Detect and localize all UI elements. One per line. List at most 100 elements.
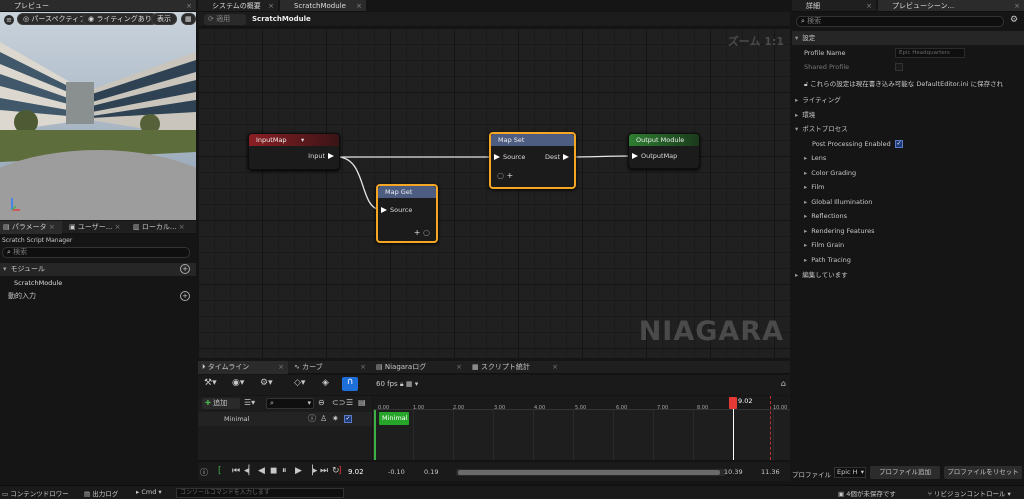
range-end-field[interactable]: 10.39 <box>724 468 743 476</box>
profile-select[interactable]: Epic H ▾ <box>834 467 866 478</box>
close-icon[interactable]: × <box>47 223 55 231</box>
settings-icon[interactable]: ▤ <box>358 398 366 407</box>
node-output-module[interactable]: Output Module OutputMap <box>628 133 700 169</box>
step-back-icon[interactable]: ◂▏ <box>244 466 255 476</box>
add-module-icon[interactable]: + <box>180 264 190 274</box>
jump-start-icon[interactable]: ⏮ <box>232 466 240 476</box>
node-mapget[interactable]: Map Get Source + ○ <box>376 184 438 243</box>
close-icon[interactable]: × <box>177 223 185 231</box>
step-forward-icon[interactable]: ▕▸ <box>306 466 317 476</box>
current-time-field[interactable]: 9.02 <box>348 468 364 476</box>
content-drawer-button[interactable]: ▭ コンテンツドロワー <box>2 488 69 498</box>
dynamic-inputs-header[interactable]: 動的入力 + <box>0 290 196 303</box>
end-bracket-icon[interactable]: ] <box>338 466 342 476</box>
section-lighting[interactable]: ▸ ライティング <box>792 93 1024 107</box>
tab-local[interactable]: ▥ ローカル... × <box>130 221 196 234</box>
range-in-field[interactable]: 0.19 <box>424 468 438 476</box>
pin-outputmap[interactable]: OutputMap <box>629 152 677 160</box>
close-icon[interactable]: × <box>278 361 284 374</box>
jump-end-icon[interactable]: ⏭ <box>320 466 328 476</box>
profile-name-field[interactable]: Epic Headquarters <box>895 48 965 58</box>
console-input[interactable]: コンソールコマンドを入力します <box>176 488 344 498</box>
close-icon[interactable]: × <box>360 361 366 374</box>
lock-icon[interactable]: ⌂ <box>781 379 786 388</box>
pause-icon[interactable]: ⏸ <box>282 466 287 476</box>
add-pin-button[interactable]: + ○ <box>414 228 430 237</box>
details-search[interactable]: ⌕ 検索 <box>796 16 1004 27</box>
track-enabled-checkbox[interactable]: ✓ <box>344 415 352 423</box>
record-icon[interactable]: ◼ <box>270 466 277 476</box>
close-icon[interactable]: × <box>112 223 121 231</box>
subsection-color-grading[interactable]: ▸ Color Grading <box>792 166 1024 180</box>
timeline-track-area[interactable]: 0.00 1.00 2.00 3.00 4.00 5.00 6.00 7.00 … <box>373 396 790 460</box>
close-icon[interactable]: × <box>552 361 558 374</box>
add-pin-button[interactable]: ○ + <box>497 171 513 180</box>
play-reverse-icon[interactable]: ◀ <box>258 466 265 476</box>
add-dynamic-input-icon[interactable]: + <box>180 291 190 301</box>
play-icon[interactable]: ▶ <box>295 466 302 476</box>
section-editing[interactable]: ▸ 編集しています <box>792 268 1024 282</box>
perspective-button[interactable]: ◎ パースペクティブ <box>17 13 93 25</box>
tab-niagara-log[interactable]: ▤ Niagaraログ × <box>372 361 466 374</box>
loop-icon[interactable]: ⊂⊃ <box>332 398 345 407</box>
cmd-button[interactable]: ▸ Cmd ▾ <box>136 488 162 496</box>
subsection-lens[interactable]: ▸ Lens <box>792 151 1024 165</box>
hamburger-menu-icon[interactable]: ≡ <box>4 15 14 25</box>
settings-gear-icon[interactable]: ⚙ <box>1010 15 1018 25</box>
filter-icon[interactable]: ☰▾ <box>244 398 255 407</box>
tab-scratchmodule[interactable]: ScratchModule × <box>280 0 366 12</box>
tab-curves[interactable]: ∿ カーブ × <box>290 361 370 374</box>
subsection-global-illumination[interactable]: ▸ Global Illumination <box>792 195 1024 209</box>
info-icon[interactable]: ⓘ <box>308 412 316 426</box>
close-icon[interactable]: × <box>268 0 274 11</box>
section-postprocess[interactable]: ▾ ポストプロセス <box>792 122 1024 136</box>
dropdown-arrow-icon[interactable]: ▾ <box>301 134 304 146</box>
add-track-button[interactable]: ✚ 追加 <box>202 398 240 409</box>
pin-mapset-dest[interactable]: Dest <box>545 153 572 161</box>
toggle-icon[interactable]: ⊖ <box>318 398 325 407</box>
loop-info-icon[interactable]: ⓘ <box>200 467 208 478</box>
keyframe-icon[interactable]: ◇▾ <box>294 378 305 388</box>
add-profile-button[interactable]: プロファイル追加 <box>870 466 940 479</box>
section-environment[interactable]: ▸ 環境 <box>792 108 1024 122</box>
subsection-film[interactable]: ▸ Film <box>792 180 1024 194</box>
start-bracket-icon[interactable]: [ <box>218 466 222 476</box>
range-start-field[interactable]: -0.10 <box>388 468 405 476</box>
pin-input[interactable]: Input <box>308 152 337 160</box>
tab-script-stats[interactable]: ▦ スクリプト統計 × <box>468 361 562 374</box>
magnet-icon[interactable]: ∩ <box>342 377 358 391</box>
preview-options-button[interactable]: ▦ <box>181 13 196 25</box>
tab-parameters[interactable]: ▤ パラメータ × <box>0 221 62 234</box>
scrollbar-thumb[interactable] <box>458 470 720 475</box>
close-icon[interactable]: × <box>866 0 872 11</box>
track-search-input[interactable]: ⌕ ▾ <box>266 398 314 409</box>
close-icon[interactable]: × <box>186 0 192 11</box>
show-button[interactable]: 表示 <box>151 13 177 25</box>
playhead-marker[interactable] <box>729 397 737 409</box>
end-marker[interactable] <box>770 396 771 460</box>
eye-icon[interactable]: ◉▾ <box>232 378 244 388</box>
timeline-clip[interactable]: Minimal <box>379 412 409 425</box>
pin-mapget-source[interactable]: Source <box>378 206 412 214</box>
tab-details[interactable]: 詳細 × <box>792 0 876 12</box>
tab-timeline[interactable]: ⏵ タイムライン × <box>198 361 288 374</box>
close-icon[interactable]: × <box>356 0 362 11</box>
pin-mapset-source[interactable]: Source <box>491 153 525 161</box>
timeline-scrollbar[interactable] <box>456 469 726 476</box>
person-icon[interactable]: ♙ <box>320 412 327 426</box>
shared-profile-checkbox[interactable] <box>895 63 903 71</box>
output-log-button[interactable]: ▤ 出力ログ <box>84 488 118 498</box>
tab-preview-scene[interactable]: プレビューシーン... × <box>878 0 1024 12</box>
tab-preview[interactable]: プレビュー × <box>0 0 196 12</box>
tab-system-overview[interactable]: システムの概要 × <box>198 0 278 12</box>
module-item[interactable]: ScratchModule <box>14 279 62 287</box>
settings-section[interactable]: ▾ 設定 <box>792 31 1024 45</box>
tab-user[interactable]: ▣ ユーザー... × <box>66 221 128 234</box>
apply-button[interactable]: ⟳ 適用 <box>204 14 246 25</box>
lighting-button[interactable]: ◉ ライティングあり <box>82 13 158 25</box>
fps-label[interactable]: 60 fps 🔒︎ ▦ ▾ <box>376 380 418 389</box>
start-marker[interactable] <box>374 410 376 460</box>
reset-profile-button[interactable]: プロファイルをリセット <box>944 466 1022 479</box>
preview-viewport[interactable]: ≡ ◎ パースペクティブ ◉ ライティングあり 表示 ▦ <box>0 12 196 220</box>
subsection-rendering-features[interactable]: ▸ Rendering Features <box>792 224 1024 238</box>
